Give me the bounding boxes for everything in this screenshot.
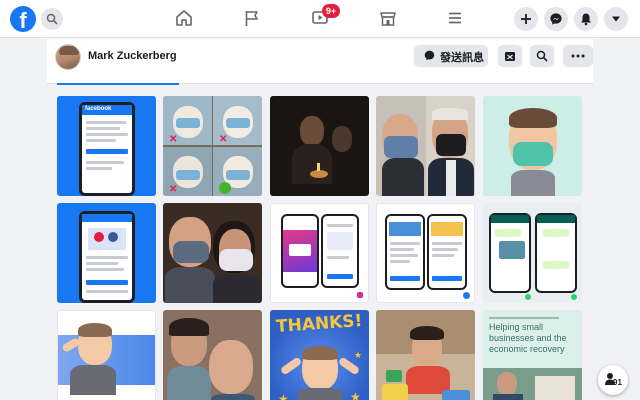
photo-caption: facebook: [85, 106, 112, 112]
phone-mockup: [535, 213, 577, 293]
nav-marketplace[interactable]: [358, 0, 418, 38]
send-message-button[interactable]: 發送訊息: [414, 45, 488, 67]
account-menu-button[interactable]: [604, 7, 628, 31]
profile-search-button[interactable]: [530, 45, 554, 67]
marketplace-icon: [380, 12, 396, 26]
photo-tile[interactable]: [163, 203, 262, 303]
watch-notification-badge: 9+: [322, 4, 340, 18]
messenger-icon: [550, 13, 562, 25]
photo-tile[interactable]: Helping small businesses and the economi…: [483, 310, 582, 400]
more-icon: [571, 54, 585, 58]
notifications-button[interactable]: [574, 7, 598, 31]
home-icon: [176, 10, 192, 26]
phone-mockup: [79, 211, 135, 303]
photo-tile[interactable]: THANKS! ★ ★ ★: [270, 310, 369, 400]
photo-tile[interactable]: [270, 96, 369, 196]
search-icon: [536, 50, 548, 62]
bell-icon: [581, 13, 591, 26]
top-navigation-bar: f 9+: [0, 0, 640, 38]
photo-tile[interactable]: facebook: [57, 96, 156, 196]
phone-mockup: [385, 214, 425, 290]
plus-icon: [521, 14, 531, 24]
nav-home[interactable]: [154, 0, 214, 38]
search-button[interactable]: [41, 8, 63, 30]
x-mark-icon: ✕: [169, 134, 178, 145]
phone-mockup: [427, 214, 467, 290]
photo-tile[interactable]: [483, 203, 582, 303]
star-icon: ★: [278, 392, 289, 400]
nav-watch[interactable]: [290, 0, 350, 38]
block-icon: [505, 52, 515, 61]
menu-icon: [449, 12, 461, 24]
profile-header-bar: Mark Zuckerberg 發送訊息: [47, 39, 593, 84]
facebook-logo-icon[interactable]: f: [10, 6, 36, 32]
photo-tile[interactable]: [270, 203, 369, 303]
photo-tile[interactable]: [57, 310, 156, 400]
nav-pages[interactable]: [222, 0, 282, 38]
create-button[interactable]: [514, 7, 538, 31]
photo-tile[interactable]: ✕ ✕ ✕: [163, 96, 262, 196]
send-message-label: 發送訊息: [440, 52, 484, 64]
phone-mockup: [281, 214, 319, 288]
photo-tile[interactable]: [57, 203, 156, 303]
block-button[interactable]: [498, 45, 522, 67]
phone-mockup: [489, 213, 531, 293]
star-icon: ★: [350, 390, 361, 400]
photo-tile[interactable]: [376, 96, 475, 196]
search-icon: [46, 13, 58, 25]
photo-grid: facebook ✕ ✕ ✕ THANKS! ★ ★ ★ Helping sma…: [57, 96, 583, 400]
flag-icon: [245, 11, 258, 26]
facebook-logo-letter: f: [19, 8, 27, 32]
messenger-icon: [424, 50, 435, 61]
more-options-button[interactable]: [563, 45, 593, 67]
photo-tile[interactable]: [483, 96, 582, 196]
contacts-chat-button[interactable]: 91: [598, 365, 628, 395]
nav-menu[interactable]: [425, 0, 485, 38]
profile-name[interactable]: Mark Zuckerberg: [88, 50, 177, 62]
caret-down-icon: [612, 16, 620, 22]
star-icon: ★: [354, 350, 363, 360]
active-tab-indicator: [57, 83, 179, 85]
online-contacts-count: 91: [613, 378, 622, 387]
photo-tile[interactable]: [376, 203, 475, 303]
check-mark-icon: [219, 182, 231, 194]
messenger-button[interactable]: [544, 7, 568, 31]
x-mark-icon: ✕: [219, 134, 228, 145]
phone-mockup: facebook: [79, 102, 135, 196]
x-mark-icon: ✕: [169, 184, 178, 195]
avatar[interactable]: [55, 44, 81, 70]
photo-tile[interactable]: [163, 310, 262, 400]
phone-mockup: [321, 214, 359, 288]
small-business-caption: Helping small businesses and the economi…: [489, 322, 567, 354]
photo-tile[interactable]: [376, 310, 475, 400]
